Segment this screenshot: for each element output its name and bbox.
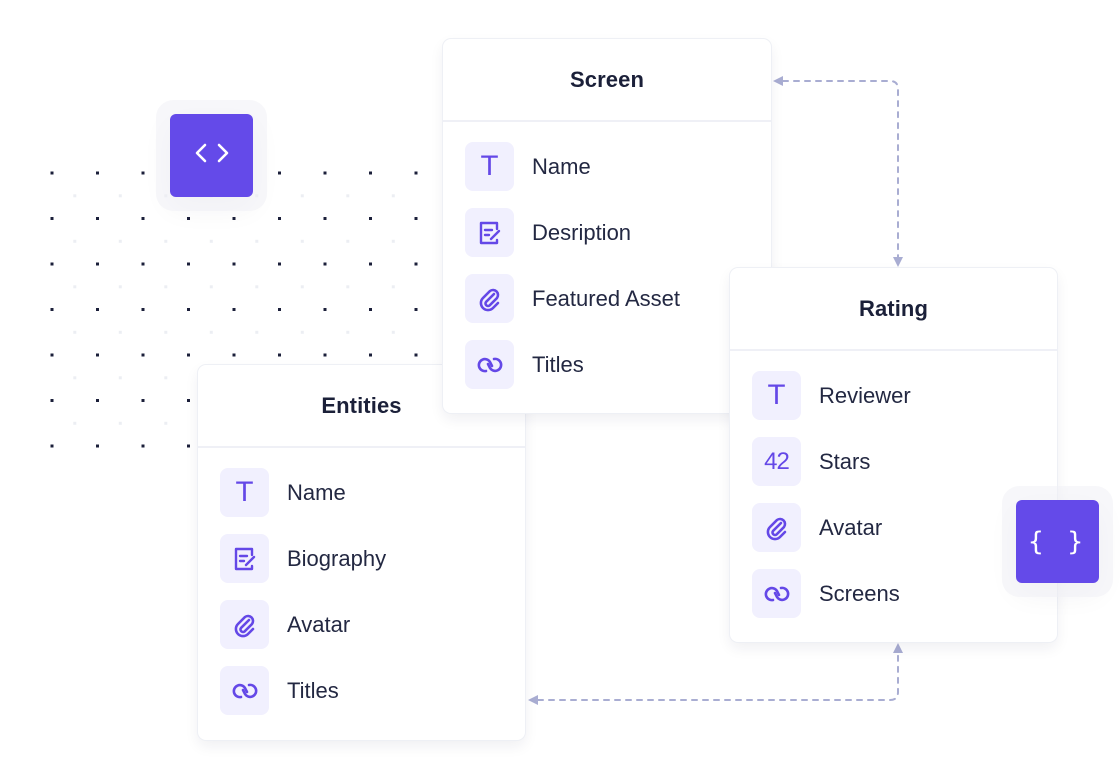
field-label: Avatar [287,611,351,637]
code-tile [170,114,253,197]
field-row[interactable]: Avatar [752,503,1035,552]
field-label: Featured Asset [532,285,680,311]
arrow-down-icon [893,257,903,267]
attachment-icon [465,274,514,323]
model-card-entities[interactable]: Entities T Name Biography Avatar Titles [198,365,525,740]
braces-tile: { } [1016,500,1099,583]
connector-screen-rating [782,80,899,259]
attachment-icon [220,600,269,649]
curly-braces-icon: { } [1028,526,1087,557]
arrow-left-icon [528,695,538,705]
connector-entities-rating [537,651,899,701]
field-row[interactable]: 42 Stars [752,437,1035,486]
field-label: Titles [532,351,584,377]
rich-text-icon [220,534,269,583]
field-row[interactable]: T Name [465,142,749,191]
model-card-screen[interactable]: Screen T Name Desription Featured Asset [443,39,771,413]
field-label: Titles [287,677,339,703]
field-row[interactable]: Avatar [220,600,503,649]
attachment-icon [752,503,801,552]
text-icon: T [220,468,269,517]
field-label: Stars [819,448,871,474]
text-icon: T [465,142,514,191]
model-card-rating[interactable]: Rating T Reviewer 42 Stars Avatar Screen [730,268,1057,642]
field-label: Desription [532,219,632,245]
arrow-up-icon [893,643,903,653]
rich-text-icon [465,208,514,257]
link-icon [465,340,514,389]
field-label: Reviewer [819,382,911,408]
field-label: Name [532,153,591,179]
arrow-left-icon [773,76,783,86]
field-row[interactable]: Featured Asset [465,274,749,323]
link-icon [752,569,801,618]
field-row[interactable]: Screens [752,569,1035,618]
field-label: Screens [819,580,900,606]
field-label: Avatar [819,514,883,540]
field-row[interactable]: T Reviewer [752,371,1035,420]
card-title: Screen [443,39,771,122]
number-icon: 42 [752,437,801,486]
text-icon: T [752,371,801,420]
field-label: Name [287,479,346,505]
field-label: Biography [287,545,387,571]
field-row[interactable]: Titles [465,340,749,389]
link-icon [220,666,269,715]
field-row[interactable]: Biography [220,534,503,583]
code-brackets-icon [194,141,230,170]
field-row[interactable]: Titles [220,666,503,715]
field-row[interactable]: T Name [220,468,503,517]
field-row[interactable]: Desription [465,208,749,257]
card-title: Rating [730,268,1057,351]
